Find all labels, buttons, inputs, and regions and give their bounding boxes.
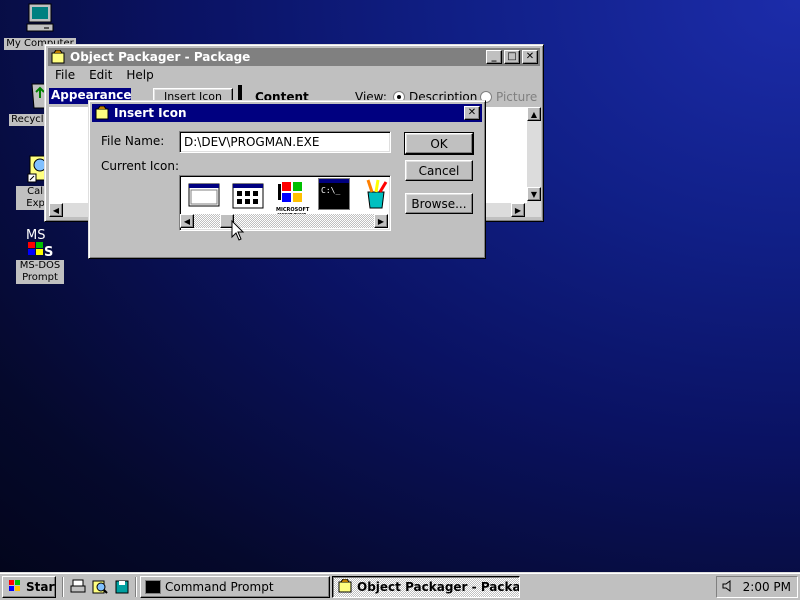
disk-icon[interactable] — [114, 579, 130, 598]
desktop-icon-label-line2: Prompt — [16, 272, 64, 284]
task-label: Command Prompt — [165, 580, 274, 594]
dialog-title-bar[interactable]: Insert Icon ✕ — [92, 104, 482, 122]
desktop-icon-label: MS-DOS — [16, 260, 64, 272]
minimize-button[interactable]: _ — [486, 50, 502, 64]
tools-cup-icon[interactable] — [362, 178, 390, 213]
system-tray: 2:00 PM — [716, 576, 798, 598]
taskbar: Start Command Prompt Object Packager - P… — [0, 572, 800, 600]
task-object-packager[interactable]: Object Packager - Package — [332, 576, 520, 598]
scroll-up-arrow-icon[interactable]: ▲ — [527, 107, 541, 121]
menu-help[interactable]: Help — [119, 68, 160, 82]
program-group-icon[interactable] — [232, 182, 264, 213]
windows-flag-icon — [7, 579, 23, 596]
mouse-cursor-icon — [231, 219, 245, 245]
desktop-icon-ms-dos-prompt[interactable]: MS S MS-DOS Prompt — [4, 226, 76, 284]
speaker-icon[interactable] — [721, 579, 735, 596]
packager-menu-bar: File Edit Help — [48, 66, 540, 84]
dialog-app-icon — [94, 105, 110, 120]
icon-list[interactable]: MICROSOFT WINDOWS C:\_ ◀ ▶ — [179, 175, 391, 231]
packager-app-icon — [50, 49, 66, 64]
taskbar-separator — [62, 577, 64, 597]
ms-dos-prompt-icon: MS S — [24, 226, 56, 260]
scroll-down-arrow-icon[interactable]: ▼ — [527, 187, 541, 201]
maximize-button[interactable]: □ — [504, 50, 520, 64]
icon-list-scrollbar[interactable]: ◀ ▶ — [180, 214, 388, 228]
start-button[interactable]: Start — [2, 576, 56, 598]
dialog-close-button[interactable]: ✕ — [464, 106, 480, 120]
browse-button[interactable]: Browse... — [405, 193, 473, 214]
packager-title-bar[interactable]: Object Packager - Package _ □ ✕ — [48, 48, 540, 66]
command-prompt-icon[interactable]: C:\_ — [318, 178, 350, 210]
start-label: Start — [26, 580, 55, 594]
command-prompt-task-icon — [145, 580, 161, 594]
task-command-prompt[interactable]: Command Prompt — [140, 576, 330, 598]
current-icon-label: Current Icon: — [101, 159, 180, 173]
scroll-right-arrow-icon[interactable]: ▶ — [374, 214, 388, 228]
scroll-left-arrow-icon[interactable]: ◀ — [49, 203, 63, 217]
dialog-title: Insert Icon — [114, 106, 187, 120]
view-picture-label: Picture — [496, 90, 538, 104]
content-vertical-scrollbar[interactable]: ▲ ▼ — [527, 107, 541, 203]
scroll-left-arrow-icon[interactable]: ◀ — [180, 214, 194, 228]
packager-title: Object Packager - Package — [70, 50, 251, 64]
view-picture-radio[interactable]: Picture — [480, 90, 537, 104]
desktop: My Computer Recycle Bin Calm Explo MS S … — [0, 0, 800, 572]
file-name-label: File Name: — [101, 134, 165, 148]
svg-text:S: S — [44, 245, 53, 258]
my-computer-icon — [24, 2, 56, 34]
cmd-icon-text: C:\_ — [321, 186, 341, 195]
menu-file[interactable]: File — [48, 68, 82, 82]
file-name-input[interactable]: D:\DEV\PROGMAN.EXE — [179, 131, 391, 153]
taskbar-separator — [135, 577, 137, 597]
ok-button[interactable]: OK — [404, 132, 474, 155]
printer-icon[interactable] — [70, 579, 86, 598]
scroll-right-arrow-icon[interactable]: ▶ — [511, 203, 525, 217]
cancel-button[interactable]: Cancel — [405, 160, 473, 181]
search-icon[interactable] — [92, 579, 108, 598]
insert-icon-dialog: Insert Icon ✕ File Name: D:\DEV\PROGMAN.… — [88, 100, 486, 259]
task-label: Object Packager - Package — [357, 580, 520, 594]
clock[interactable]: 2:00 PM — [743, 580, 791, 594]
packager-task-icon — [337, 578, 353, 596]
close-button[interactable]: ✕ — [522, 50, 538, 64]
menu-edit[interactable]: Edit — [82, 68, 119, 82]
desktop-icon-my-computer[interactable]: My Computer — [4, 2, 76, 50]
window-icon[interactable] — [188, 182, 220, 213]
svg-text:MS: MS — [26, 228, 45, 243]
